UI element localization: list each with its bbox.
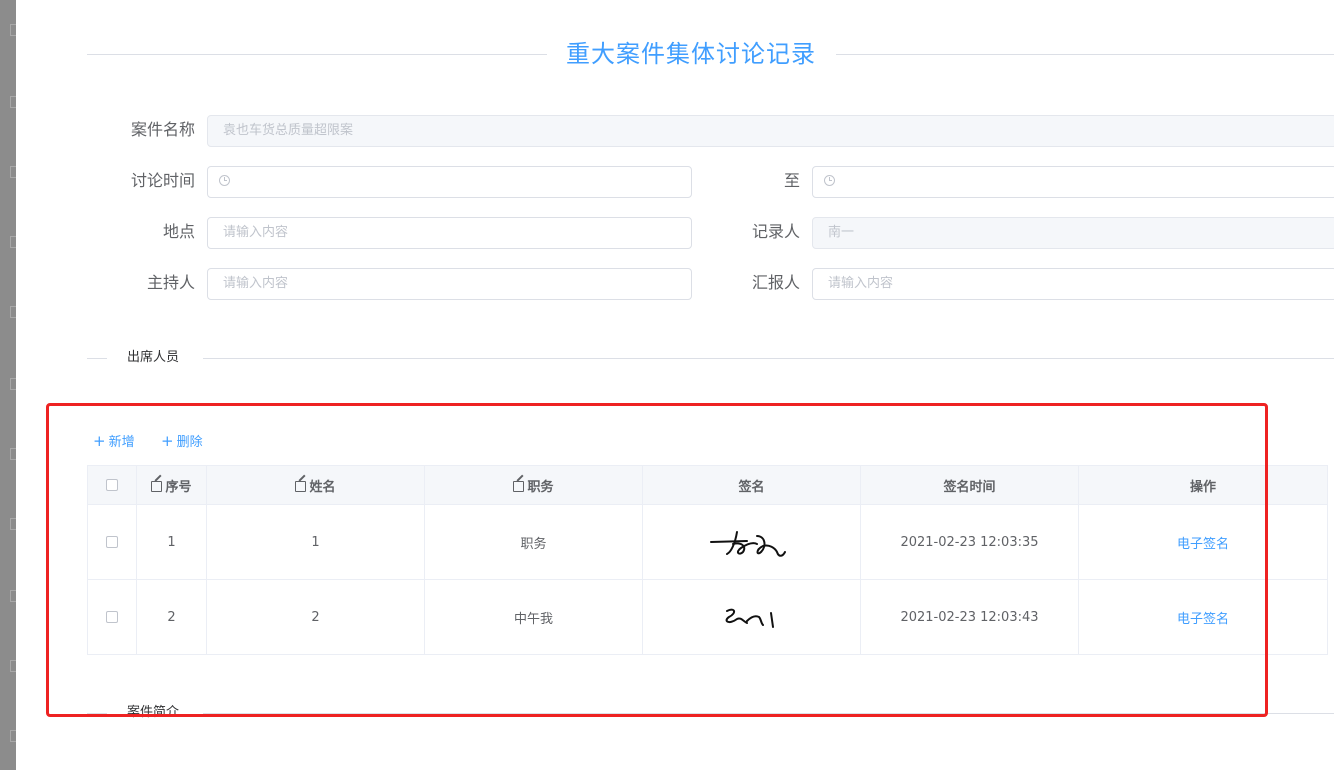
discuss-time-start-picker[interactable] xyxy=(207,166,692,198)
reporter-label: 汇报人 xyxy=(751,273,800,292)
title-divider-right xyxy=(836,54,1334,55)
location-placeholder: 请输入内容 xyxy=(223,225,289,240)
row-signature-cell xyxy=(642,579,861,655)
add-button-label: 新增 xyxy=(108,435,135,450)
background-overlay xyxy=(0,0,16,770)
column-header-name: 姓名 xyxy=(206,465,425,505)
clock-icon xyxy=(219,175,230,186)
add-button[interactable]: + 新增 xyxy=(93,432,135,452)
title-divider-left xyxy=(87,54,547,55)
column-header-index: 序号 xyxy=(136,465,207,505)
host-placeholder: 请输入内容 xyxy=(223,276,289,291)
edit-icon xyxy=(513,480,525,492)
section-divider xyxy=(203,713,1334,714)
location-label: 地点 xyxy=(162,222,195,241)
case-name-label: 案件名称 xyxy=(130,120,195,139)
row-sign-time-cell: 2021-02-23 12:03:35 xyxy=(860,504,1079,580)
row-select-cell[interactable] xyxy=(87,579,137,655)
plus-icon: + xyxy=(93,432,106,450)
recorder-field: 南一 xyxy=(812,217,1334,249)
row-name-cell[interactable]: 1 xyxy=(206,504,425,580)
plus-icon: + xyxy=(161,432,174,450)
recorder-label: 记录人 xyxy=(751,222,800,241)
case-name-field: 袁也车货总质量超限案 xyxy=(207,115,1334,147)
table-header-row: 序号 姓名 职务 签名 签名时间 操作 xyxy=(87,465,1328,505)
edit-icon xyxy=(295,480,307,492)
row-action-cell: 电子签名 xyxy=(1078,504,1328,580)
row-checkbox[interactable] xyxy=(106,611,118,623)
reporter-input[interactable]: 请输入内容 xyxy=(812,268,1334,300)
column-header-signature: 签名 xyxy=(642,465,861,505)
discuss-time-label: 讨论时间 xyxy=(130,171,195,190)
row-checkbox[interactable] xyxy=(106,536,118,548)
signature-image xyxy=(725,608,774,628)
select-all-checkbox[interactable] xyxy=(106,479,118,491)
column-header-position: 职务 xyxy=(424,465,643,505)
row-index-cell[interactable]: 1 xyxy=(136,504,207,580)
row-index-cell[interactable]: 2 xyxy=(136,579,207,655)
row-position-cell[interactable]: 职务 xyxy=(424,504,643,580)
column-header-action: 操作 xyxy=(1078,465,1328,505)
recorder-value: 南一 xyxy=(828,225,855,240)
row-action-cell: 电子签名 xyxy=(1078,579,1328,655)
section-divider xyxy=(87,358,107,359)
case-name-value: 袁也车货总质量超限案 xyxy=(223,123,354,138)
row-sign-time-cell: 2021-02-23 12:03:43 xyxy=(860,579,1079,655)
table-row: 2 2 中午我 2021-02-23 12:03:43 电子签名 xyxy=(87,579,1328,655)
host-input[interactable]: 请输入内容 xyxy=(207,268,692,300)
edit-icon xyxy=(151,480,163,492)
dialog-panel: 重大案件集体讨论记录 案件名称 袁也车货总质量超限案 讨论时间 至 地点 请输入… xyxy=(16,0,1334,770)
column-header-sign-time: 签名时间 xyxy=(860,465,1079,505)
location-input[interactable]: 请输入内容 xyxy=(207,217,692,249)
signature-image xyxy=(709,531,786,557)
row-signature-cell xyxy=(642,504,861,580)
page-title: 重大案件集体讨论记录 xyxy=(566,40,816,68)
host-label: 主持人 xyxy=(146,273,195,292)
delete-button-label: 删除 xyxy=(176,435,203,450)
e-sign-link[interactable]: 电子签名 xyxy=(1177,537,1229,552)
attendees-section-title: 出席人员 xyxy=(127,350,180,365)
discuss-time-end-picker[interactable] xyxy=(812,166,1334,198)
row-select-cell[interactable] xyxy=(87,504,137,580)
reporter-placeholder: 请输入内容 xyxy=(828,276,894,291)
table-row: 1 1 职务 2021-02-23 12:03:35 电子签名 xyxy=(87,504,1328,580)
attendees-table: 序号 姓名 职务 签名 签名时间 操作 1 1 职务 2021-02-23 12… xyxy=(87,465,1328,655)
select-all-cell[interactable] xyxy=(87,465,137,505)
row-name-cell[interactable]: 2 xyxy=(206,579,425,655)
section-divider xyxy=(203,358,1334,359)
to-label: 至 xyxy=(783,171,800,190)
case-summary-section-title: 案件简介 xyxy=(127,705,180,720)
delete-button[interactable]: + 删除 xyxy=(161,432,203,452)
clock-icon xyxy=(824,175,835,186)
row-position-cell[interactable]: 中午我 xyxy=(424,579,643,655)
e-sign-link[interactable]: 电子签名 xyxy=(1177,612,1229,627)
section-divider xyxy=(87,713,107,714)
